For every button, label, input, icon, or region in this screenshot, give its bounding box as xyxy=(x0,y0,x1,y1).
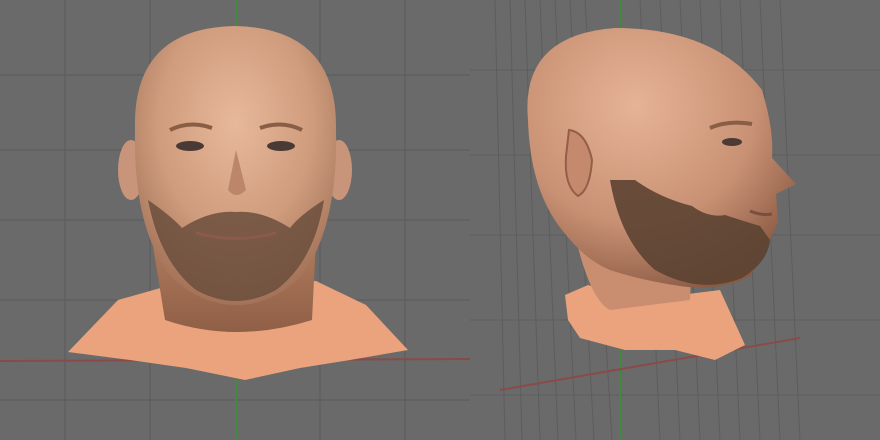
side-view-canvas[interactable] xyxy=(470,0,880,440)
side-head-model[interactable] xyxy=(527,28,796,360)
dual-viewport-3d-editor xyxy=(0,0,880,440)
front-view-viewport[interactable] xyxy=(0,0,470,440)
side-eye xyxy=(722,138,742,146)
front-left-eye xyxy=(176,141,204,151)
front-head-model[interactable] xyxy=(68,26,408,380)
front-right-eye xyxy=(267,141,295,151)
front-view-canvas[interactable] xyxy=(0,0,470,440)
side-view-viewport[interactable] xyxy=(470,0,880,440)
